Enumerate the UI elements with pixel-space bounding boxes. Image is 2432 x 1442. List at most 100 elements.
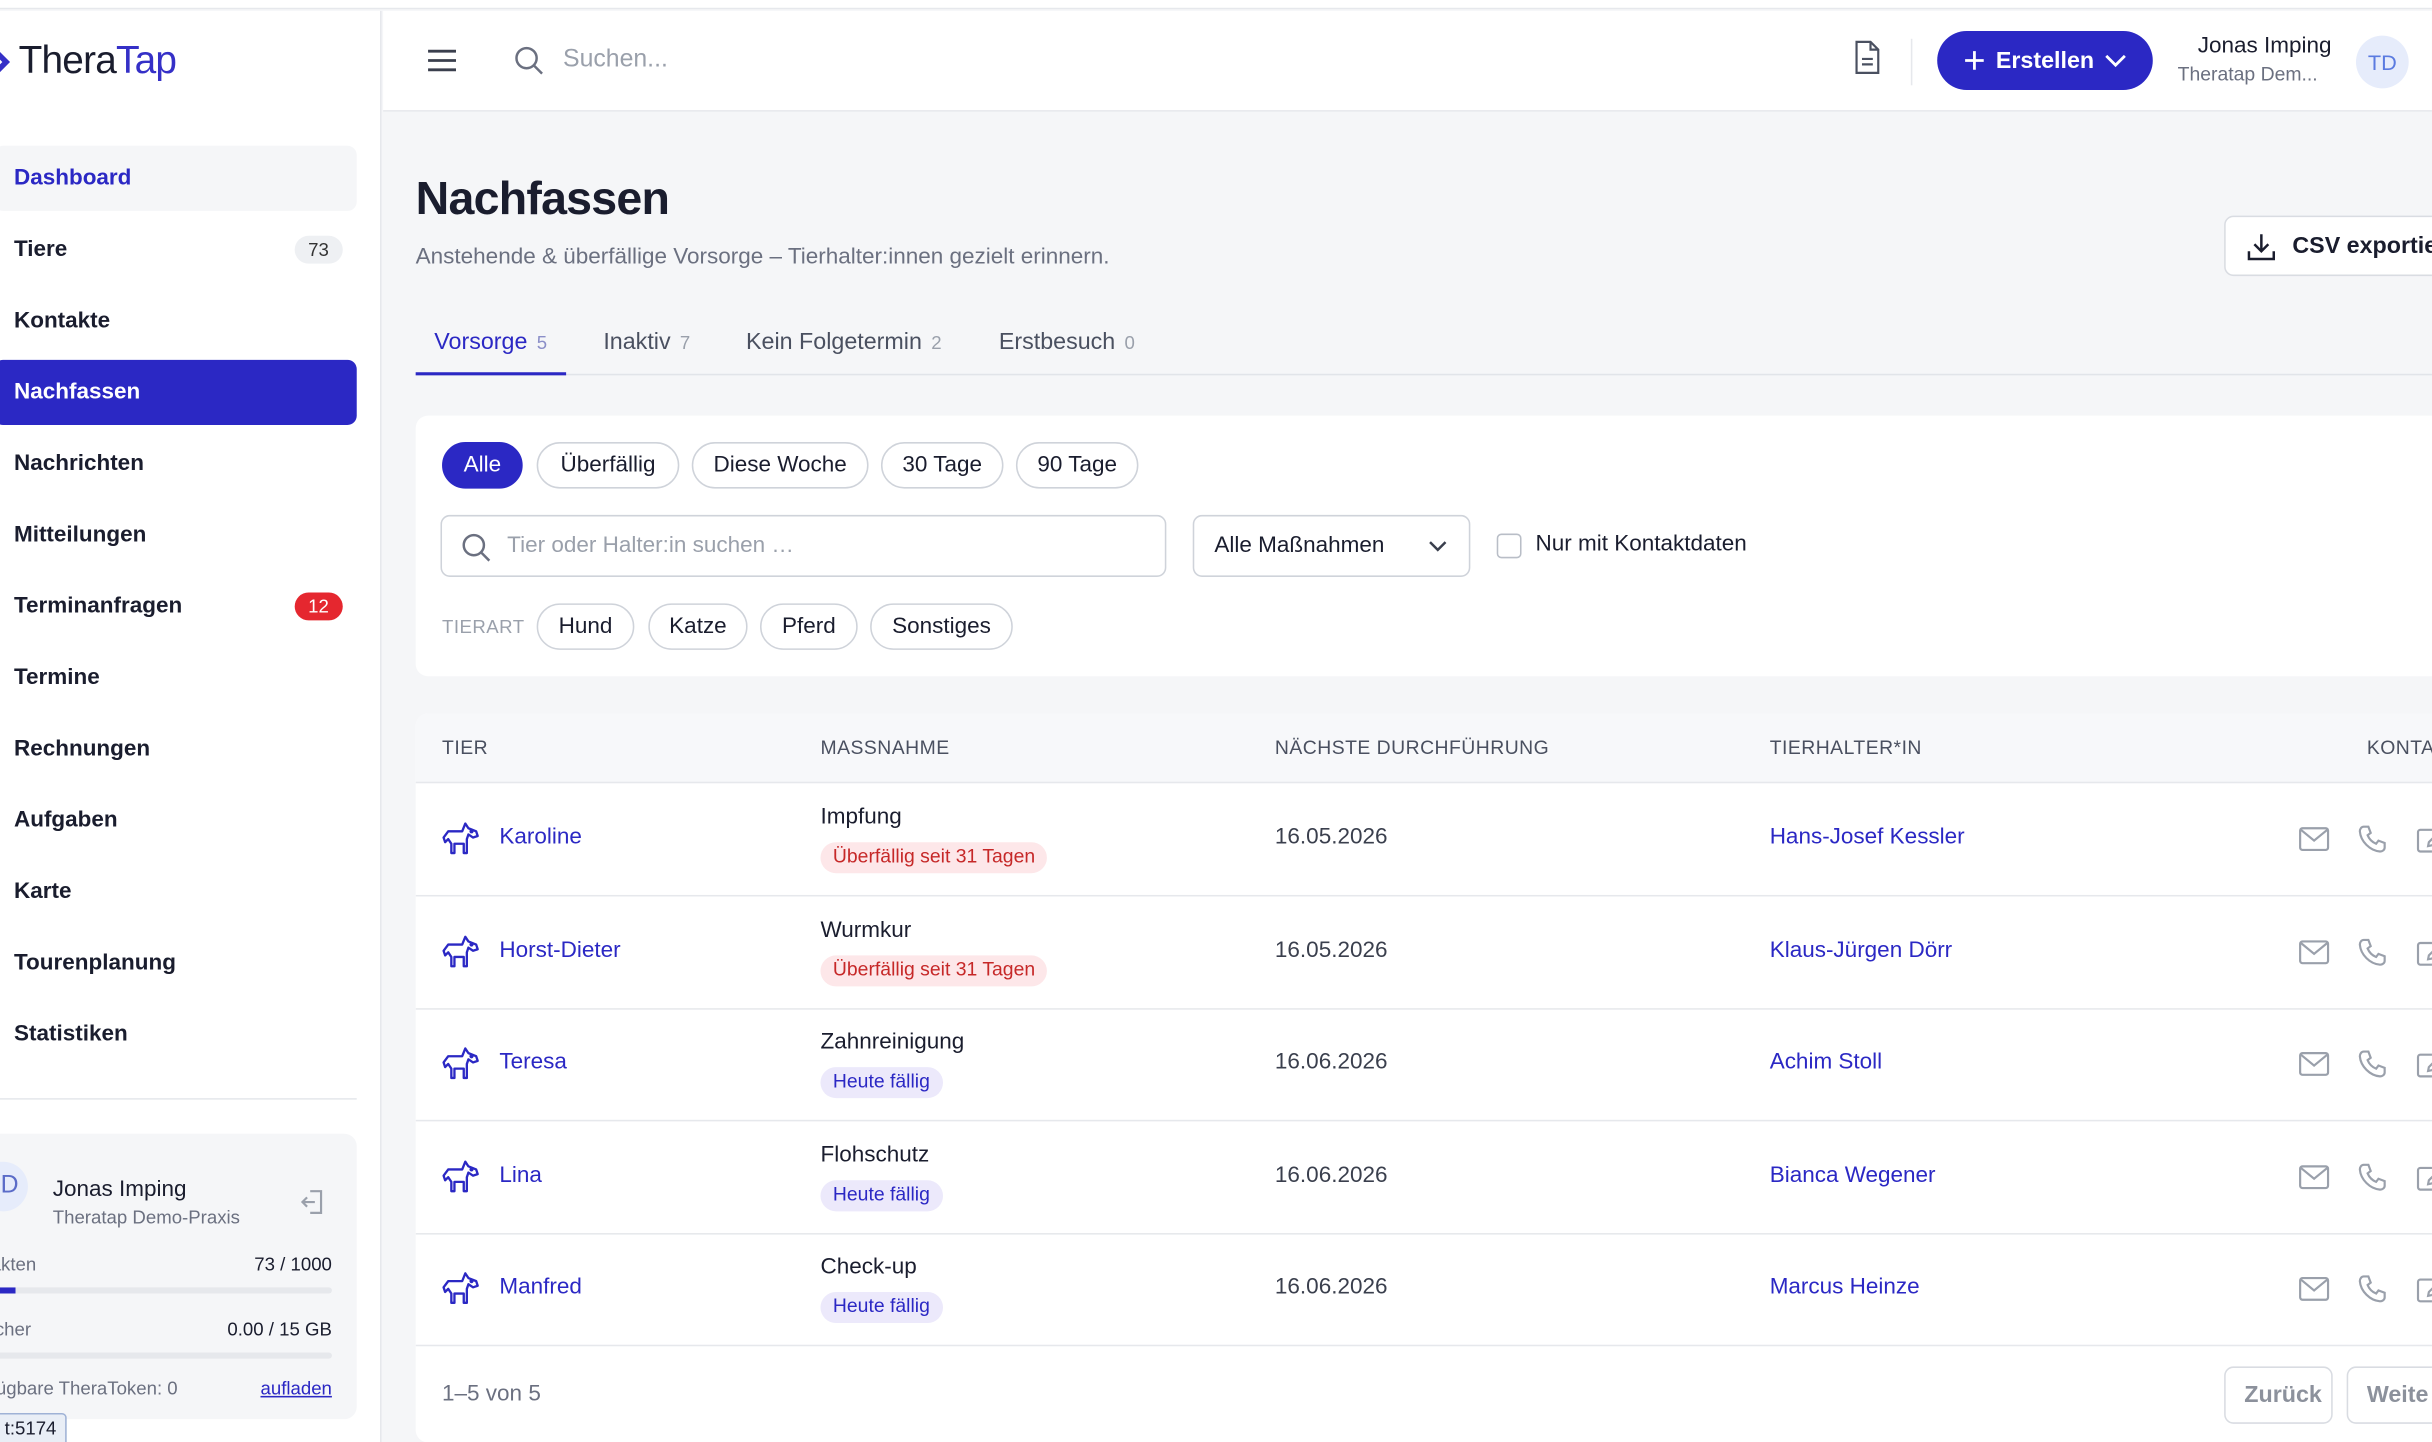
logo[interactable]: TheraTap: [0, 39, 177, 84]
tab-inaktiv[interactable]: Inaktiv 7: [585, 313, 709, 375]
create-button[interactable]: Erstellen: [1937, 31, 2153, 90]
filter-pill-ueberfaellig[interactable]: Überfällig: [536, 442, 680, 489]
sidebar-item-nachrichten[interactable]: Nachrichten: [0, 431, 357, 496]
phone-icon[interactable]: [2358, 1163, 2389, 1191]
search-icon: [515, 46, 543, 75]
animal-name-link[interactable]: Lina: [499, 1163, 542, 1188]
horse-icon: [442, 1272, 479, 1305]
storage-usage-row: icher 0.00 / 15 GB: [0, 1318, 332, 1340]
sidebar-item-label: Nachfassen: [13, 379, 141, 405]
phone-icon[interactable]: [2358, 1275, 2389, 1304]
horse-icon: [442, 935, 479, 967]
mail-icon[interactable]: [2299, 938, 2330, 966]
sidebar-item-aufgaben[interactable]: Aufgaben: [0, 788, 357, 853]
followup-table: TIER MASSNAHME NÄCHSTE DURCHFÜHRUNG TIER…: [415, 713, 2432, 1442]
filter-panel: Alle Überfällig Diese Woche 30 Tage 90 T…: [415, 415, 2432, 677]
document-icon[interactable]: [1853, 40, 1881, 74]
previous-page-button[interactable]: Zurück: [2224, 1366, 2333, 1424]
mail-icon[interactable]: [2299, 825, 2330, 853]
edit-icon[interactable]: [2416, 938, 2432, 966]
mail-icon[interactable]: [2299, 1050, 2330, 1078]
csv-export-button[interactable]: CSV exportier: [2224, 215, 2432, 277]
tab-vorsorge[interactable]: Vorsorge 5: [415, 313, 566, 376]
column-header-kontakt: KONTA: [2366, 736, 2432, 759]
contact-data-checkbox[interactable]: [1496, 533, 1522, 559]
phone-icon[interactable]: [2358, 1050, 2389, 1078]
edit-icon[interactable]: [2416, 825, 2432, 853]
avatar[interactable]: TD: [2355, 35, 2409, 89]
filter-pill-alle[interactable]: Alle: [442, 442, 523, 489]
tab-kein-folgetermin[interactable]: Kein Folgetermin 2: [727, 313, 960, 375]
sidebar-item-label: Kontakte: [13, 308, 111, 334]
phone-icon[interactable]: [2358, 938, 2389, 966]
table-row[interactable]: Karoline Impfung Überfällig seit 31 Tagen 1…: [415, 783, 2432, 897]
table-row[interactable]: Manfred Check-up Heute fällig 16.06.2026 Mar…: [415, 1234, 2432, 1347]
horse-icon: [442, 1047, 479, 1080]
animal-type-pill-sonstiges[interactable]: Sonstiges: [870, 603, 1013, 650]
due-date: 16.06.2026: [1274, 1162, 1388, 1188]
table-footer: 1–5 von 5 Zurück Weite: [416, 1348, 2432, 1442]
status-badge: Heute fällig: [820, 1292, 943, 1324]
animal-name-link[interactable]: Teresa: [499, 1050, 567, 1075]
global-search-input[interactable]: [563, 38, 1029, 83]
contact-data-checkbox-label[interactable]: Nur mit Kontaktdaten: [1535, 532, 1746, 557]
sidebar-item-label: Mitteilungen: [13, 522, 147, 548]
header-user-name[interactable]: Jonas Imping: [2198, 34, 2332, 59]
filter-pill-diese-woche[interactable]: Diese Woche: [691, 442, 869, 489]
sidebar-item-tiere[interactable]: Tiere 73: [0, 217, 357, 282]
animal-type-pill-katze[interactable]: Katze: [648, 603, 748, 650]
filter-pill-30-tage[interactable]: 30 Tage: [880, 442, 1004, 489]
animal-name-link[interactable]: Horst-Dieter: [499, 938, 620, 963]
filter-pill-90-tage[interactable]: 90 Tage: [1015, 442, 1139, 489]
next-page-button[interactable]: Weite: [2346, 1366, 2432, 1424]
mail-icon[interactable]: [2299, 1276, 2330, 1304]
table-row[interactable]: Teresa Zahnreinigung Heute fällig 16.06.202…: [415, 1008, 2432, 1122]
animal-name-link[interactable]: Karoline: [499, 825, 582, 850]
phone-icon[interactable]: [2358, 825, 2389, 853]
measure-name: Zahnreinigung: [820, 1030, 965, 1055]
sidebar-item-mitteilungen[interactable]: Mitteilungen: [0, 503, 357, 568]
mail-icon[interactable]: [2299, 1163, 2330, 1191]
animal-type-pill-pferd[interactable]: Pferd: [759, 603, 858, 650]
animal-name-link[interactable]: Manfred: [499, 1276, 582, 1301]
contacts-usage-bar: [0, 1287, 332, 1294]
table-row[interactable]: Horst-Dieter Wurmkur Überfällig seit 31 Ta…: [415, 896, 2432, 1010]
sidebar-item-tourenplanung[interactable]: Tourenplanung: [0, 931, 357, 996]
menu-icon[interactable]: [427, 45, 458, 76]
search-icon: [462, 533, 491, 562]
edit-icon[interactable]: [2416, 1050, 2432, 1078]
animal-owner-search-input[interactable]: [507, 528, 1144, 564]
measure-select[interactable]: Alle Maßnahmen: [1192, 514, 1471, 577]
column-header-massnahme[interactable]: MASSNAHME: [820, 737, 949, 759]
animal-owner-search: [440, 514, 1167, 577]
sidebar-item-karte[interactable]: Karte: [0, 859, 357, 924]
owner-name-link[interactable]: Klaus-Jürgen Dörr: [1770, 938, 1953, 963]
tab-erstbesuch[interactable]: Erstbesuch 0: [980, 313, 1153, 375]
owner-name-link[interactable]: Marcus Heinze: [1770, 1276, 1920, 1301]
sidebar-item-terminanfragen[interactable]: Terminanfragen 12: [0, 574, 357, 639]
column-header-tier[interactable]: TIER: [442, 737, 488, 759]
animal-type-label: TIERART: [442, 615, 525, 638]
sidebar-item-termine[interactable]: Termine: [0, 645, 357, 710]
column-header-tierhalter[interactable]: TIERHALTER*IN: [1770, 737, 1922, 759]
edit-icon[interactable]: [2416, 1276, 2432, 1304]
sidebar-item-nachfassen[interactable]: Nachfassen: [0, 359, 357, 425]
recharge-link[interactable]: aufladen: [260, 1377, 331, 1399]
horse-icon: [442, 1160, 479, 1193]
table-row[interactable]: Lina Flohschutz Heute fällig 16.06.2026 Bian…: [415, 1121, 2432, 1235]
logout-icon[interactable]: [298, 1187, 329, 1218]
sidebar-item-dashboard[interactable]: Dashboard: [0, 145, 357, 211]
animal-type-pill-hund[interactable]: Hund: [536, 603, 635, 650]
sidebar-item-label: Karte: [13, 879, 72, 905]
edit-icon[interactable]: [2416, 1163, 2432, 1191]
sidebar-item-kontakte[interactable]: Kontakte: [0, 288, 357, 353]
sidebar-item-label: Nachrichten: [13, 451, 144, 477]
sidebar-item-statistiken[interactable]: Statistiken: [0, 1002, 357, 1067]
sidebar-item-rechnungen[interactable]: Rechnungen: [0, 717, 357, 782]
column-header-naechste-durchfuehrung[interactable]: NÄCHSTE DURCHFÜHRUNG: [1275, 737, 1549, 759]
owner-name-link[interactable]: Achim Stoll: [1770, 1050, 1882, 1075]
owner-name-link[interactable]: Bianca Wegener: [1770, 1163, 1936, 1188]
status-badge: Überfällig seit 31 Tagen: [820, 842, 1048, 874]
owner-name-link[interactable]: Hans-Josef Kessler: [1770, 825, 1965, 850]
page-title: Nachfassen: [415, 173, 670, 225]
